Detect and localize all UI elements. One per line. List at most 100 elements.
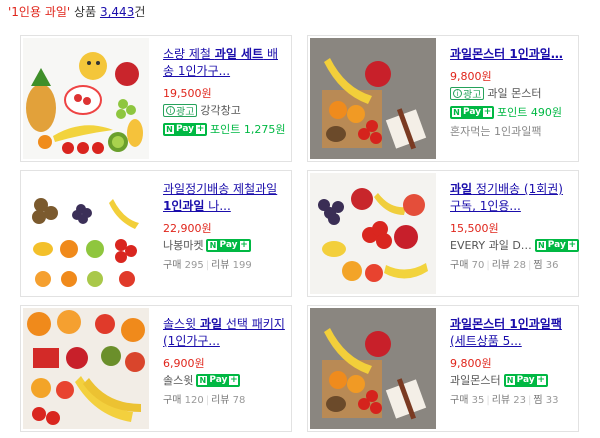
title-text: 나... — [204, 199, 231, 213]
stats-divider: | — [205, 395, 210, 406]
product-title-link[interactable]: 소량 제철 과일 세트 배송 1인가구... — [163, 46, 287, 80]
product-card[interactable]: 과일몬스터 1인과일팩 (세트상품 5... 9,800원 과일몬스터 N Pay… — [307, 305, 579, 432]
title-text: (세트상품 5... — [450, 334, 522, 348]
product-title-link[interactable]: 과일몬스터 1인과일팩 (세트상품 5... — [450, 316, 574, 350]
npay-badge: N Pay + — [196, 373, 241, 387]
title-highlight: 과일 — [450, 182, 473, 196]
stats-divider: | — [486, 395, 490, 406]
npay-badge: N Pay + — [163, 122, 208, 136]
review-label[interactable]: 리뷰 — [211, 260, 229, 271]
plus-icon: + — [196, 123, 206, 134]
naver-n-icon: N — [505, 375, 515, 385]
product-image[interactable] — [310, 308, 436, 429]
product-image[interactable] — [23, 173, 149, 294]
product-card[interactable]: 솔스윗 과일 선택 패키지 (1인가구... 6,900원 솔스윗 N Pay + … — [20, 305, 292, 432]
naver-n-icon: N — [452, 107, 461, 117]
review-label[interactable]: 리뷰 — [492, 395, 510, 406]
ad-badge[interactable]: i 광고 — [163, 103, 198, 118]
review-count[interactable]: 199 — [233, 260, 252, 271]
result-count-link[interactable]: 3,443 — [100, 5, 134, 19]
mixed-fruit-image — [310, 173, 436, 294]
npay-text: Pay — [463, 107, 482, 117]
plus-icon: + — [239, 239, 249, 250]
stats-divider: | — [528, 260, 532, 271]
ad-label: 광고 — [463, 89, 482, 101]
plus-icon: + — [483, 106, 493, 117]
seller-row: 나봉마켓 N Pay + — [163, 237, 287, 253]
review-count[interactable]: 78 — [233, 395, 246, 406]
product-card[interactable]: 과일정기배송 제철과일 1인과일 나... 22,900원 나봉마켓 N Pay +… — [20, 170, 292, 297]
seller-row: 솔스윗 N Pay + — [163, 372, 287, 388]
npay-text: Pay — [209, 375, 228, 385]
info-icon: i — [166, 105, 175, 115]
seller-name[interactable]: 강각창고 — [200, 102, 240, 118]
product-title-link[interactable]: 과일몬스터 1인과일… — [450, 46, 574, 63]
npay-row: N Pay + 포인트 490원 — [450, 104, 574, 120]
npay-text: Pay — [176, 124, 195, 134]
product-info: 과일정기배송 제철과일 1인과일 나... 22,900원 나봉마켓 N Pay +… — [163, 181, 287, 271]
ad-badge[interactable]: i 광고 — [450, 86, 485, 101]
npay-text: Pay — [219, 240, 238, 250]
product-info: 과일몬스터 1인과일… 9,800원 i 광고 과일 몬스터 N Pay + 포인트 … — [450, 46, 574, 139]
result-label: 상품 — [74, 5, 97, 19]
product-card[interactable]: 과일몬스터 1인과일… 9,800원 i 광고 과일 몬스터 N Pay + 포인트 … — [307, 35, 579, 162]
review-count[interactable]: 28 — [513, 260, 526, 271]
product-info: 솔스윗 과일 선택 패키지 (1인가구... 6,900원 솔스윗 N Pay + … — [163, 316, 287, 406]
purchase-label: 구매 — [450, 395, 469, 406]
product-image[interactable] — [23, 308, 149, 429]
product-info: 과일 정기배송 (1회권) 구독, 1인용... 15,500원 EVERY 과… — [450, 181, 579, 271]
purchase-count: 70 — [471, 260, 485, 271]
fruit-box-image — [310, 38, 436, 159]
plus-icon: + — [567, 239, 577, 250]
product-title-link[interactable]: 과일 정기배송 (1회권) 구독, 1인용... — [450, 181, 574, 215]
npay-badge: N Pay + — [503, 373, 548, 387]
wishlist-count[interactable]: 36 — [546, 260, 559, 271]
wishlist-count[interactable]: 33 — [546, 395, 559, 406]
product-image[interactable] — [310, 38, 436, 159]
product-title-link[interactable]: 솔스윗 과일 선택 패키지 (1인가구... — [163, 316, 287, 350]
point-text: 포인트 1,275원 — [210, 123, 286, 136]
review-label[interactable]: 리뷰 — [211, 395, 229, 406]
product-price: 15,500원 — [450, 222, 499, 235]
purchase-count: 295 — [184, 260, 204, 271]
seller-name[interactable]: 과일 몬스터 — [487, 85, 541, 101]
product-stats: 구매 295 | 리뷰 199 — [163, 256, 287, 271]
point-text: 포인트 490원 — [497, 106, 563, 119]
seller-name[interactable]: 나봉마켓 — [163, 237, 203, 253]
product-stats: 구매 70 | 리뷰 28 | 찜 36 — [450, 256, 574, 271]
product-image[interactable] — [310, 173, 436, 294]
product-price: 22,900원 — [163, 222, 212, 235]
naver-n-icon: N — [208, 240, 218, 250]
seller-row: i 광고 과일 몬스터 — [450, 85, 574, 101]
plus-icon: + — [536, 374, 546, 385]
product-card[interactable]: 과일 정기배송 (1회권) 구독, 1인용... 15,500원 EVERY 과… — [307, 170, 579, 297]
seller-row: EVERY 과일 D… N Pay + — [450, 237, 579, 253]
plus-icon: + — [229, 374, 239, 385]
wishlist-label[interactable]: 찜 — [533, 395, 542, 406]
npay-badge: N Pay + — [206, 238, 251, 252]
wishlist-label[interactable]: 찜 — [533, 260, 542, 271]
npay-badge: N Pay + — [534, 238, 579, 252]
product-card[interactable]: 소량 제철 과일 세트 배송 1인가구... 19,500원 i 광고 강각창고 … — [20, 35, 292, 162]
npay-row: N Pay + 포인트 1,275원 — [163, 121, 287, 137]
product-title-link[interactable]: 과일정기배송 제철과일 1인과일 나... — [163, 181, 287, 215]
seller-name[interactable]: EVERY 과일 D… — [450, 237, 532, 253]
product-image[interactable] — [23, 38, 149, 159]
seller-name[interactable]: 솔스윗 — [163, 372, 193, 388]
search-query: '1인용 과일' — [8, 5, 71, 19]
product-price: 19,500원 — [163, 87, 212, 100]
npay-badge: N Pay + — [450, 105, 495, 119]
seller-row: i 광고 강각창고 — [163, 102, 287, 118]
fruit-grid-image — [23, 173, 149, 294]
product-info: 소량 제철 과일 세트 배송 1인가구... 19,500원 i 광고 강각창고 … — [163, 46, 287, 137]
stats-divider: | — [486, 260, 490, 271]
result-count-suffix: 건 — [134, 5, 146, 19]
info-icon: i — [453, 88, 462, 98]
fruit-box-image — [310, 308, 436, 429]
review-count[interactable]: 23 — [513, 395, 526, 406]
seller-name[interactable]: 과일몬스터 — [450, 372, 501, 388]
title-text: 솔스윗 — [163, 317, 200, 331]
naver-n-icon: N — [198, 375, 208, 385]
review-label[interactable]: 리뷰 — [492, 260, 510, 271]
seller-row: 과일몬스터 N Pay + — [450, 372, 574, 388]
